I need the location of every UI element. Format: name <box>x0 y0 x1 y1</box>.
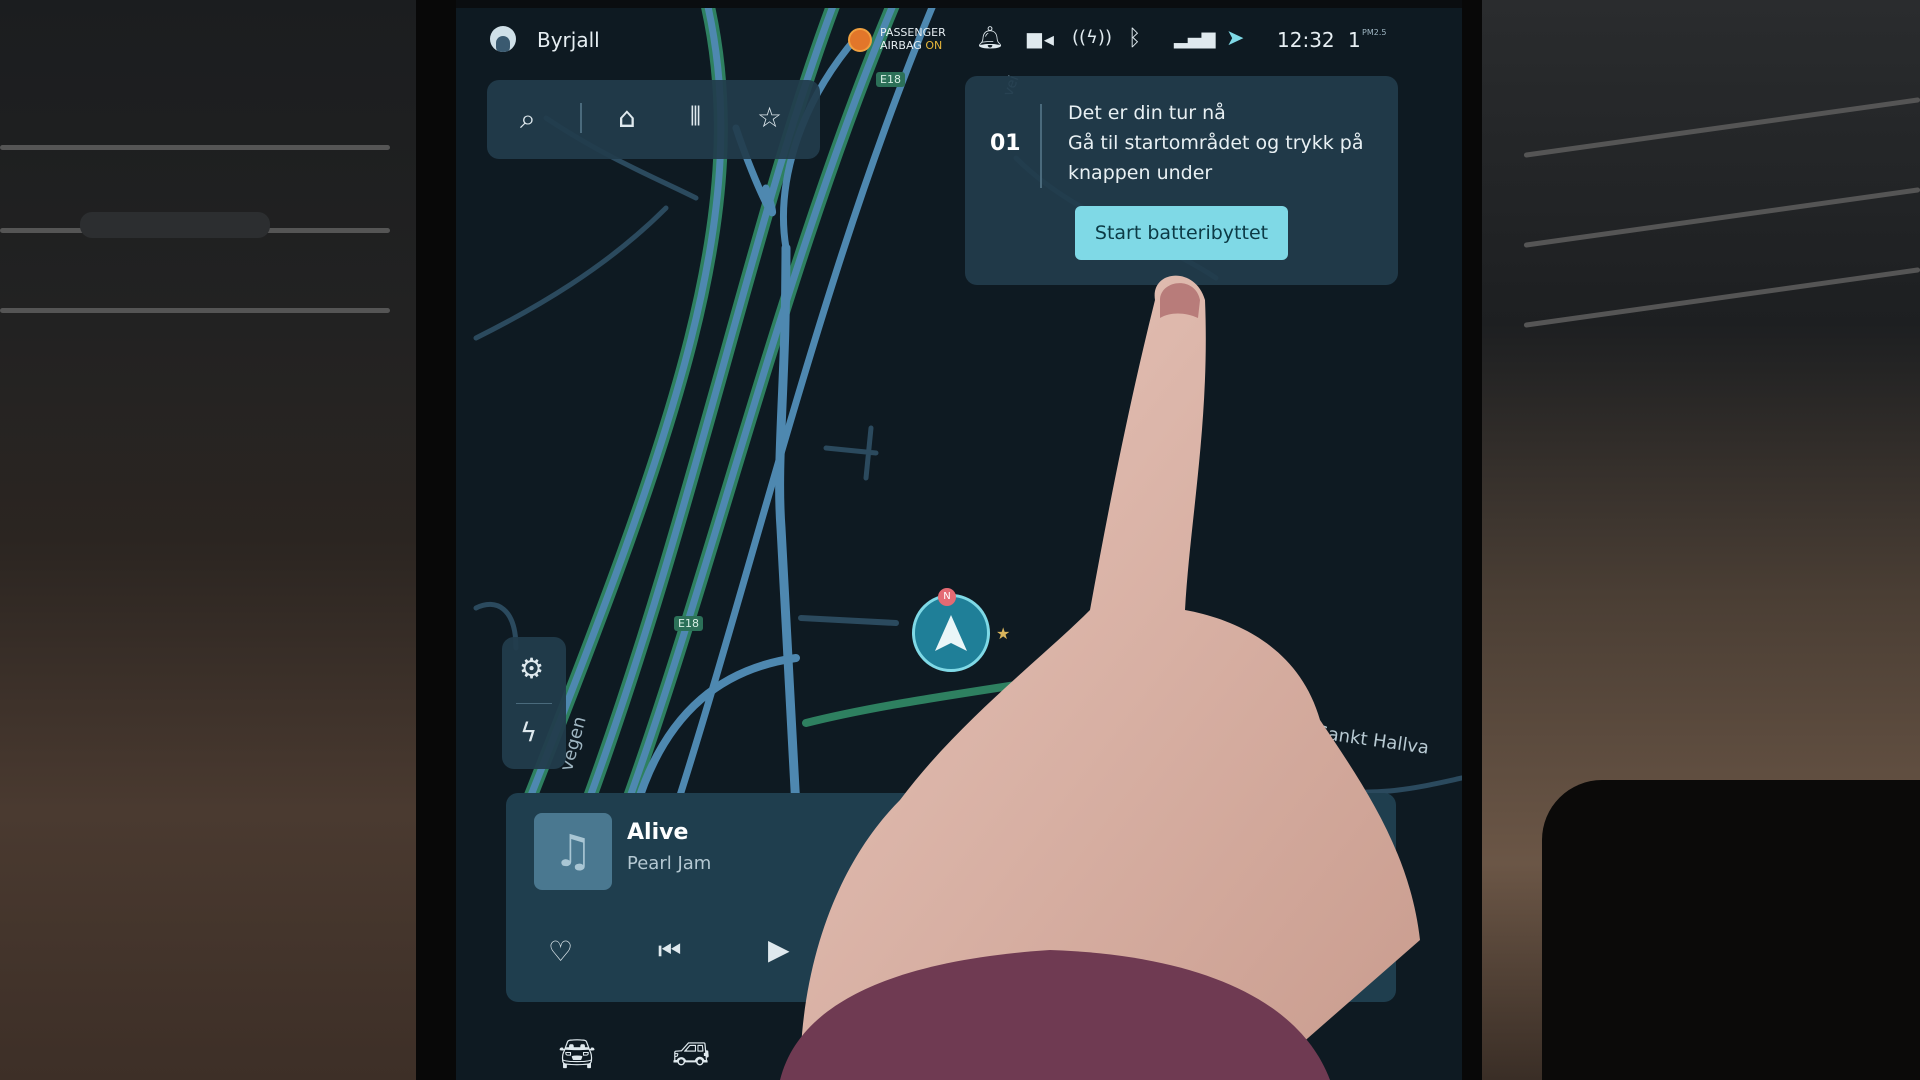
air-vent-slat <box>0 145 390 150</box>
airbag-status: PASSENGER AIRBAG ON <box>880 26 946 52</box>
navigation-arrow-icon <box>935 615 967 651</box>
favorite-star-icon: ★ <box>996 624 1011 643</box>
card-instruction: Gå til startområdet og trykk på <box>1068 132 1364 154</box>
previous-track-icon[interactable]: ⏮︎ <box>658 938 681 964</box>
air-vent-slat <box>0 308 390 313</box>
bell-icon[interactable]: 🔔︎ <box>976 28 1004 50</box>
clock: 12:32 <box>1277 28 1335 52</box>
air-vent-slat <box>1523 187 1920 248</box>
road-green <box>802 654 1180 727</box>
charging-icon[interactable]: ϟ <box>520 720 537 746</box>
road-shield: E18 <box>674 616 703 631</box>
road <box>775 243 801 813</box>
road <box>823 425 879 481</box>
start-battery-swap-button[interactable]: Start batteribyttet <box>1075 206 1288 260</box>
compass-north-badge: N <box>938 588 956 606</box>
panel-divider <box>516 703 552 704</box>
pm25-value[interactable]: 1 <box>1348 28 1361 52</box>
air-vent-slat <box>1523 267 1920 328</box>
music-note-icon: ♫ <box>534 813 612 890</box>
card-title: Det er din tur nå <box>1068 102 1226 124</box>
search-icon[interactable]: ⌕ <box>520 105 536 133</box>
card-instruction: knappen under <box>1068 162 1213 184</box>
current-position-marker[interactable] <box>912 594 990 672</box>
dashboard-right <box>1482 0 1920 1080</box>
4g-signal-icon: ▂▄▆ <box>1174 28 1216 49</box>
console-recess <box>1542 780 1920 1080</box>
user-avatar-icon[interactable] <box>490 26 516 52</box>
toolbar-divider <box>580 103 582 133</box>
pm25-label: PM2.5 <box>1362 28 1387 37</box>
gear-icon[interactable]: ⚙ <box>519 655 544 683</box>
step-number: 01 <box>990 131 1021 156</box>
road <box>798 615 899 626</box>
airbag-line1: PASSENGER <box>880 26 946 39</box>
card-divider <box>1040 104 1042 188</box>
track-artist: Pearl Jam <box>627 853 712 874</box>
star-icon[interactable]: ☆ <box>757 104 782 132</box>
heart-icon[interactable]: ♡ <box>548 938 573 966</box>
road-shield: E18 <box>876 72 905 87</box>
card-text: Det er din tur nå Gå til startområdet og… <box>1068 98 1364 188</box>
road <box>473 205 669 341</box>
track-title: Alive <box>627 820 689 845</box>
dashcam-icon[interactable]: ■◂ <box>1025 29 1054 49</box>
airbag-line2: AIRBAG <box>880 39 922 52</box>
airbag-off-icon <box>848 28 872 52</box>
car-icon[interactable]: 🚘︎ <box>558 1040 596 1070</box>
road <box>1313 775 1462 795</box>
wireless-charging-icon[interactable]: ((ϟ)) <box>1072 29 1112 47</box>
user-name[interactable]: Byrjall <box>537 28 600 52</box>
dashboard-left <box>0 0 416 1080</box>
work-icon[interactable]: ⫴ <box>690 104 701 130</box>
bluetooth-icon[interactable]: ᛒ <box>1128 28 1141 50</box>
vent-handle <box>80 212 270 238</box>
air-vent-slat <box>1523 97 1920 158</box>
airbag-state: ON <box>925 39 943 52</box>
home-icon[interactable]: ⌂ <box>618 104 636 132</box>
play-icon[interactable]: ▶ <box>768 936 790 964</box>
location-arrow-icon: ➤ <box>1226 26 1245 51</box>
car-auto-icon[interactable]: 🚙︎ <box>672 1040 710 1070</box>
